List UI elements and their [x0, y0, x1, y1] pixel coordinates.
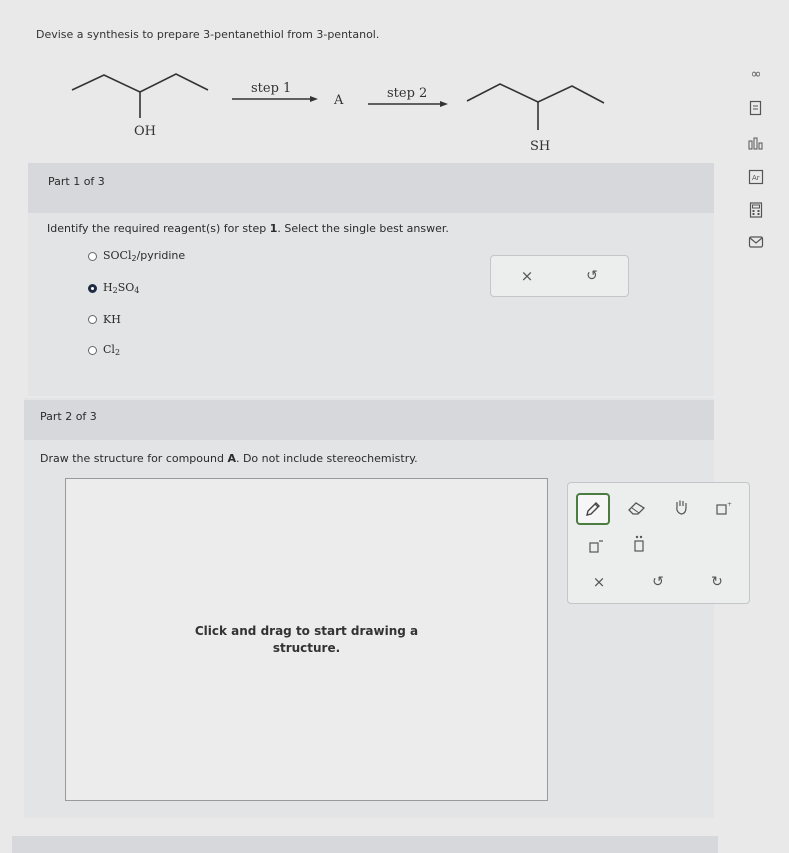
option-socl2-pyridine[interactable]: SOCl2/pyridine	[88, 249, 185, 263]
option-h2so4[interactable]: H2SO4	[88, 281, 139, 295]
canvas-hint: Click and drag to start drawing a struct…	[194, 624, 419, 655]
hand-icon	[676, 500, 687, 515]
square-plus-icon: +	[716, 501, 732, 515]
option-label: H2SO4	[103, 281, 140, 295]
radio-socl2-pyridine[interactable]	[88, 251, 97, 261]
lone-pair-button[interactable]	[626, 531, 652, 557]
part1-prompt: Identify the required reagent(s) for ste…	[47, 222, 449, 235]
negative-charge-button[interactable]	[582, 533, 608, 559]
reactant-oh-label: OH	[134, 124, 156, 139]
reaction-scheme: OH step 1 A step 2 SH	[71, 73, 605, 154]
part3-header	[12, 836, 718, 853]
product-skeleton	[466, 83, 605, 104]
pencil-icon	[586, 502, 600, 516]
part1-header-label: Part 1 of 3	[48, 175, 105, 188]
drawing-canvas[interactable]: Click and drag to start drawing a struct…	[65, 478, 548, 801]
part1-answer-toolbar: × ↺	[490, 255, 629, 297]
option-label: KH	[103, 313, 121, 326]
periodic-table-icon[interactable]: Ar	[746, 167, 766, 187]
product-sh-label: SH	[530, 139, 550, 154]
option-label: Cl2	[103, 343, 121, 357]
step2-label: step 2	[387, 86, 427, 101]
svg-text:Ar: Ar	[752, 174, 760, 182]
svg-text:+: +	[727, 501, 732, 508]
undo-button[interactable]: ↺	[645, 569, 671, 595]
add-ring-button[interactable]: +	[710, 495, 736, 521]
radio-h2so4[interactable]	[88, 283, 97, 293]
radio-cl2[interactable]	[88, 345, 97, 355]
data-icon[interactable]	[746, 133, 766, 153]
step1-label: step 1	[251, 81, 291, 96]
redo-button[interactable]: ↻	[704, 569, 730, 595]
eraser-tool-button[interactable]	[624, 495, 650, 521]
part2-header	[24, 400, 714, 440]
eraser-icon	[628, 502, 646, 515]
charge-minus-icon	[589, 540, 603, 553]
clear-button[interactable]: ×	[514, 263, 540, 289]
part1-header	[28, 163, 714, 213]
drawing-toolbar: + × ↺ ↻	[567, 482, 750, 604]
radio-kh[interactable]	[88, 315, 97, 324]
infinity-icon[interactable]: ∞	[746, 64, 766, 84]
reactant-skeleton	[71, 73, 209, 93]
option-cl2[interactable]: Cl2	[88, 343, 120, 357]
notes-icon[interactable]	[746, 98, 766, 118]
intermediate-label: A	[333, 93, 344, 108]
pencil-tool-button[interactable]	[576, 493, 610, 525]
part2-prompt: Draw the structure for compound A. Do no…	[40, 452, 418, 465]
lone-pair-icon	[634, 535, 644, 552]
calculator-icon[interactable]	[746, 200, 766, 220]
question-text: Devise a synthesis to prepare 3-pentanet…	[36, 28, 380, 41]
hand-tool-button[interactable]	[668, 494, 694, 520]
option-kh[interactable]: KH	[88, 313, 121, 326]
mail-icon[interactable]	[746, 232, 766, 252]
clear-button[interactable]: ×	[586, 569, 612, 595]
undo-button[interactable]: ↺	[579, 263, 605, 289]
part2-header-label: Part 2 of 3	[40, 410, 97, 423]
option-label: SOCl2/pyridine	[103, 249, 186, 263]
